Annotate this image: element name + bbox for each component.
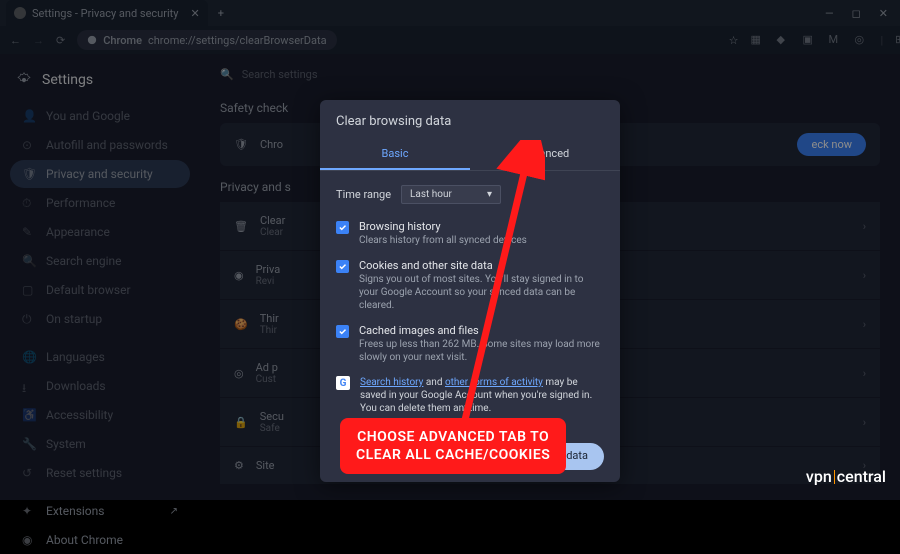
watermark-logo: vpncentral (806, 467, 886, 486)
tab-advanced[interactable]: Advanced (470, 139, 620, 170)
option-cookies[interactable]: Cookies and other site dataSigns you out… (336, 253, 604, 318)
sidebar-item-about[interactable]: ◉About Chrome (10, 526, 190, 554)
checkbox-checked-icon[interactable] (336, 325, 349, 338)
checkbox-checked-icon[interactable] (336, 260, 349, 273)
other-activity-link[interactable]: other forms of activity (445, 377, 543, 388)
search-history-link[interactable]: Search history (360, 377, 423, 388)
chevron-down-icon: ▾ (487, 189, 492, 200)
dialog-title: Clear browsing data (320, 100, 620, 139)
option-browsing-history[interactable]: Browsing historyClears history from all … (336, 214, 604, 253)
time-range-label: Time range (336, 188, 391, 201)
google-icon: G (336, 376, 350, 390)
tab-basic[interactable]: Basic (320, 139, 470, 170)
option-cached[interactable]: Cached images and filesFrees up less tha… (336, 318, 604, 370)
checkbox-checked-icon[interactable] (336, 221, 349, 234)
instruction-callout: CHOOSE ADVANCED TAB TO CLEAR ALL CACHE/C… (340, 418, 566, 474)
sidebar-item-extensions[interactable]: ✦Extensions↗ (10, 497, 190, 525)
google-account-note: G Search history and other forms of acti… (336, 370, 604, 421)
time-range-select[interactable]: Last hour ▾ (401, 185, 501, 204)
